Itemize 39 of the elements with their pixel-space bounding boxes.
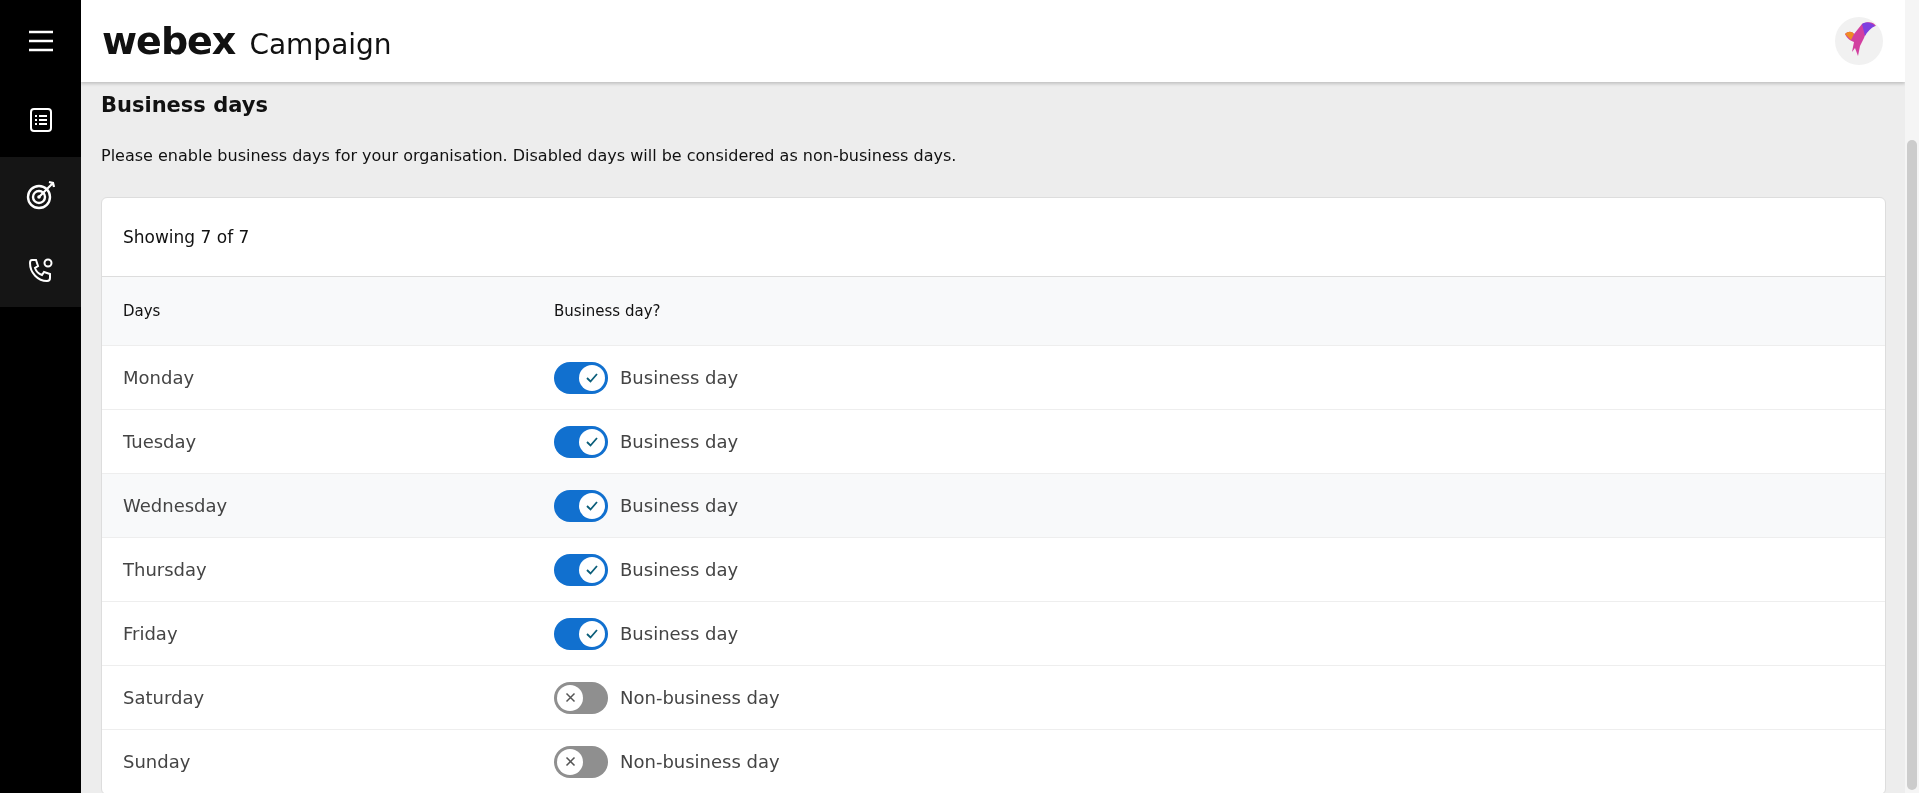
column-header: Days (122, 302, 162, 320)
check-icon (585, 371, 599, 384)
day-name: Saturday (122, 687, 206, 708)
day-name: Thursday (122, 559, 208, 580)
toggle-switch[interactable] (554, 361, 608, 394)
toggle-label: Business day (620, 559, 739, 580)
product-name: Campaign (249, 28, 392, 61)
toggle-switch[interactable] (554, 745, 608, 778)
column-header: Business day? (554, 302, 661, 320)
toggle-switch[interactable] (554, 489, 608, 522)
day-name: Monday (122, 367, 196, 388)
toggle-label: Business day (620, 495, 739, 516)
toggle-switch[interactable] (554, 553, 608, 586)
day-name: Wednesday (122, 495, 229, 516)
toggle-switch[interactable] (554, 681, 608, 714)
check-icon (585, 499, 599, 512)
avatar[interactable] (1835, 17, 1883, 65)
toggle-label: Non-business day (620, 751, 780, 772)
check-icon (585, 435, 599, 448)
cross-icon (564, 692, 576, 703)
toggle-label: Business day (620, 367, 739, 388)
toggle-switch[interactable] (554, 617, 608, 650)
page-title: Business days (101, 92, 269, 118)
toggle-switch[interactable] (554, 425, 608, 458)
list-icon[interactable] (28, 106, 53, 133)
day-name: Friday (122, 623, 179, 644)
check-icon (585, 563, 599, 576)
brand-logo: webex (102, 19, 236, 63)
toggle-label: Business day (620, 431, 739, 452)
cross-icon (564, 756, 576, 767)
check-icon (585, 627, 599, 640)
day-name: Tuesday (122, 431, 198, 452)
toggle-label: Business day (620, 623, 739, 644)
target-icon[interactable] (24, 178, 57, 211)
scrollbar-thumb[interactable] (1907, 140, 1917, 790)
menu-icon[interactable] (27, 30, 54, 52)
day-name: Sunday (122, 751, 192, 772)
page-description: Please enable business days for your organisation. Disabled days will be considered as non-business days. (101, 146, 958, 165)
toggle-label: Non-business day (620, 687, 780, 708)
